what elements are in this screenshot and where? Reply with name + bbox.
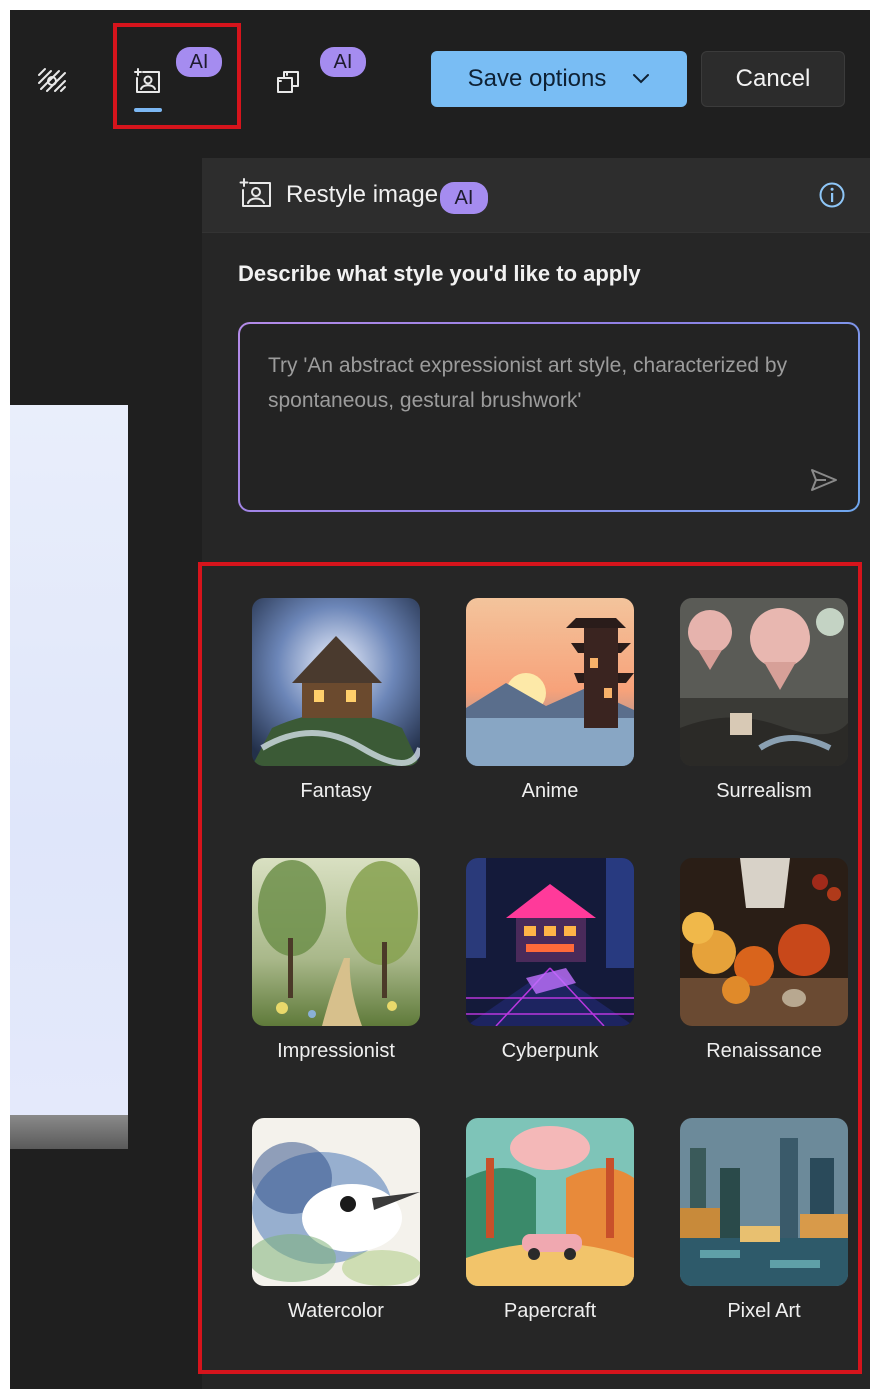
- style-label: Anime: [521, 780, 579, 802]
- save-options-label: Save options: [467, 65, 607, 92]
- style-tile-papercraft[interactable]: Papercraft: [466, 1118, 634, 1323]
- style-label: Pixel Art: [727, 1300, 801, 1322]
- style-label: Impressionist: [277, 1040, 395, 1062]
- chevron-down-icon: [633, 74, 650, 84]
- panel-header: Restyle image AI: [202, 158, 870, 233]
- ai-badge: AI: [440, 182, 488, 214]
- style-label: Surrealism: [716, 780, 812, 802]
- style-prompt-input[interactable]: Try 'An abstract expressionist art style…: [238, 322, 860, 512]
- restyle-image-tool[interactable]: [126, 62, 170, 102]
- image-canvas[interactable]: [10, 405, 128, 1115]
- style-label: Watercolor: [288, 1300, 384, 1322]
- restyle-image-icon: [239, 178, 271, 207]
- info-icon[interactable]: [818, 181, 846, 209]
- generative-erase-icon: [277, 71, 299, 93]
- restyle-image-icon: [134, 68, 160, 93]
- restyle-panel: Restyle image AI Describe what style you…: [202, 158, 870, 1389]
- style-thumbnail: [680, 858, 848, 1026]
- style-thumbnail: [252, 858, 420, 1026]
- style-prompt-placeholder[interactable]: Try 'An abstract expressionist art style…: [240, 324, 858, 510]
- image-canvas-bottom-edge: [10, 1115, 128, 1149]
- style-tile-impressionist[interactable]: Impressionist: [252, 858, 420, 1063]
- cancel-button[interactable]: Cancel: [701, 51, 845, 107]
- save-options-button[interactable]: Save options: [431, 51, 687, 107]
- style-thumbnail: [252, 1118, 420, 1286]
- style-tile-cyberpunk[interactable]: Cyberpunk: [466, 858, 634, 1063]
- style-thumbnail: [466, 858, 634, 1026]
- background-blur-icon: [38, 68, 66, 92]
- style-tile-fantasy[interactable]: Fantasy: [252, 598, 420, 803]
- style-label: Papercraft: [503, 1300, 597, 1322]
- style-tile-surrealism[interactable]: Surrealism: [680, 598, 848, 803]
- style-label: Renaissance: [706, 1040, 822, 1062]
- style-label: Fantasy: [300, 780, 372, 802]
- ai-badge: AI: [320, 47, 366, 77]
- style-tile-anime[interactable]: Anime: [466, 598, 634, 803]
- style-label: Cyberpunk: [501, 1040, 599, 1062]
- style-tile-watercolor[interactable]: Watercolor: [252, 1118, 420, 1323]
- ai-badge: AI: [176, 47, 222, 77]
- generative-erase-tool[interactable]: [268, 62, 308, 102]
- style-tile-renaissance[interactable]: Renaissance: [680, 858, 848, 1063]
- style-thumbnail: [466, 1118, 634, 1286]
- panel-title: Restyle image: [286, 181, 439, 208]
- active-tool-indicator: [134, 108, 162, 112]
- background-blur-tool[interactable]: [32, 62, 72, 102]
- style-thumbnail: [680, 598, 848, 766]
- style-tile-pixel-art[interactable]: Pixel Art: [680, 1118, 848, 1323]
- prompt-label: Describe what style you'd like to apply: [238, 261, 641, 286]
- send-icon[interactable]: [810, 468, 838, 492]
- photo-editor: AI AI Save options Cancel Restyle image …: [10, 10, 870, 1389]
- style-thumbnail: [252, 598, 420, 766]
- style-thumbnail: [680, 1118, 848, 1286]
- style-thumbnail: [466, 598, 634, 766]
- prompt-placeholder-text: Try 'An abstract expressionist art style…: [268, 354, 788, 412]
